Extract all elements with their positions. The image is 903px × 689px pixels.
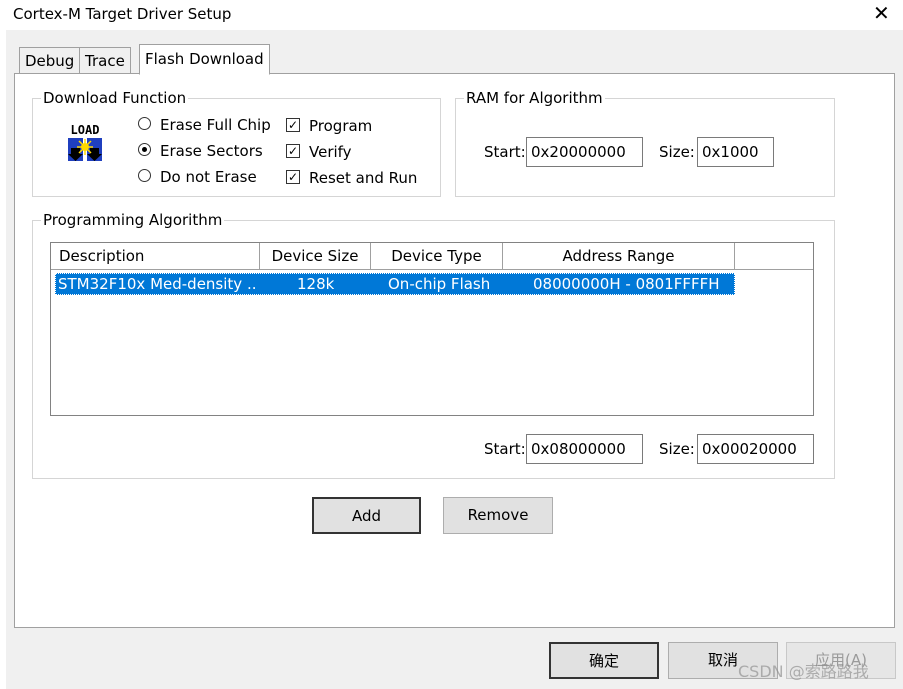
column-header-description[interactable]: Description <box>51 243 260 270</box>
radio-label: Erase Full Chip <box>160 116 271 134</box>
tab-debug[interactable]: Debug <box>19 47 81 74</box>
checkmark-icon[interactable]: ✓ <box>286 169 300 184</box>
ram-start-field[interactable]: 0x20000000 <box>526 137 643 167</box>
checkmark-icon[interactable]: ✓ <box>286 117 300 132</box>
cell-device-type: On-chip Flash <box>388 275 491 293</box>
ram-start-label: Start: <box>484 143 526 161</box>
background-strip <box>0 30 6 689</box>
programming-group-title: Programming Algorithm <box>43 211 223 229</box>
algo-size-label: Size: <box>659 440 695 458</box>
ram-size-field[interactable]: 0x1000 <box>697 137 774 167</box>
radio-button[interactable] <box>138 117 151 130</box>
radio-label: Do not Erase <box>160 168 257 186</box>
remove-button[interactable]: Remove <box>443 497 553 534</box>
checkbox-verify[interactable]: ✓ Verify <box>286 142 352 162</box>
radio-label: Erase Sectors <box>160 142 263 160</box>
checkbox-label: Reset and Run <box>309 169 418 187</box>
column-header-device-size[interactable]: Device Size <box>260 243 371 270</box>
radio-erase-full-chip[interactable]: Erase Full Chip <box>138 115 271 135</box>
radio-button-selected[interactable] <box>138 143 151 156</box>
add-button[interactable]: Add <box>312 497 421 534</box>
tab-flash-download[interactable]: Flash Download <box>139 44 270 75</box>
column-header-device-type[interactable]: Device Type <box>371 243 503 270</box>
cell-address-range: 08000000H - 0801FFFFH <box>533 275 720 293</box>
table-row[interactable]: STM32F10x Med-density ... 128k On-chip F… <box>55 273 735 295</box>
checkbox-label: Program <box>309 117 373 135</box>
cell-device-size: 128k <box>297 275 335 293</box>
checkbox-reset-and-run[interactable]: ✓ Reset and Run <box>286 168 417 188</box>
tab-trace[interactable]: Trace <box>79 47 131 74</box>
radio-erase-sectors[interactable]: Erase Sectors <box>138 141 263 161</box>
load-icon: LOAD <box>68 123 102 161</box>
algo-start-field[interactable]: 0x08000000 <box>526 434 643 464</box>
window-title: Cortex-M Target Driver Setup <box>13 5 232 23</box>
algorithm-table[interactable]: Description Device Size Device Type Addr… <box>50 242 814 416</box>
watermark: CSDN @索路路我 <box>738 662 869 681</box>
ram-size-label: Size: <box>659 143 695 161</box>
checkbox-label: Verify <box>309 143 352 161</box>
column-header-empty <box>735 243 813 270</box>
checkmark-icon[interactable]: ✓ <box>286 143 300 158</box>
algo-start-label: Start: <box>484 440 526 458</box>
svg-text:LOAD: LOAD <box>71 123 100 137</box>
ok-button[interactable]: 确定 <box>549 642 659 679</box>
radio-do-not-erase[interactable]: Do not Erase <box>138 167 257 187</box>
radio-button[interactable] <box>138 169 151 182</box>
algo-size-field[interactable]: 0x00020000 <box>697 434 814 464</box>
ram-group-title: RAM for Algorithm <box>466 89 603 107</box>
checkbox-program[interactable]: ✓ Program <box>286 116 372 136</box>
close-icon[interactable]: ✕ <box>873 3 891 23</box>
cell-description: STM32F10x Med-density ... <box>58 275 258 293</box>
column-header-address-range[interactable]: Address Range <box>503 243 735 270</box>
download-function-title: Download Function <box>43 89 187 107</box>
